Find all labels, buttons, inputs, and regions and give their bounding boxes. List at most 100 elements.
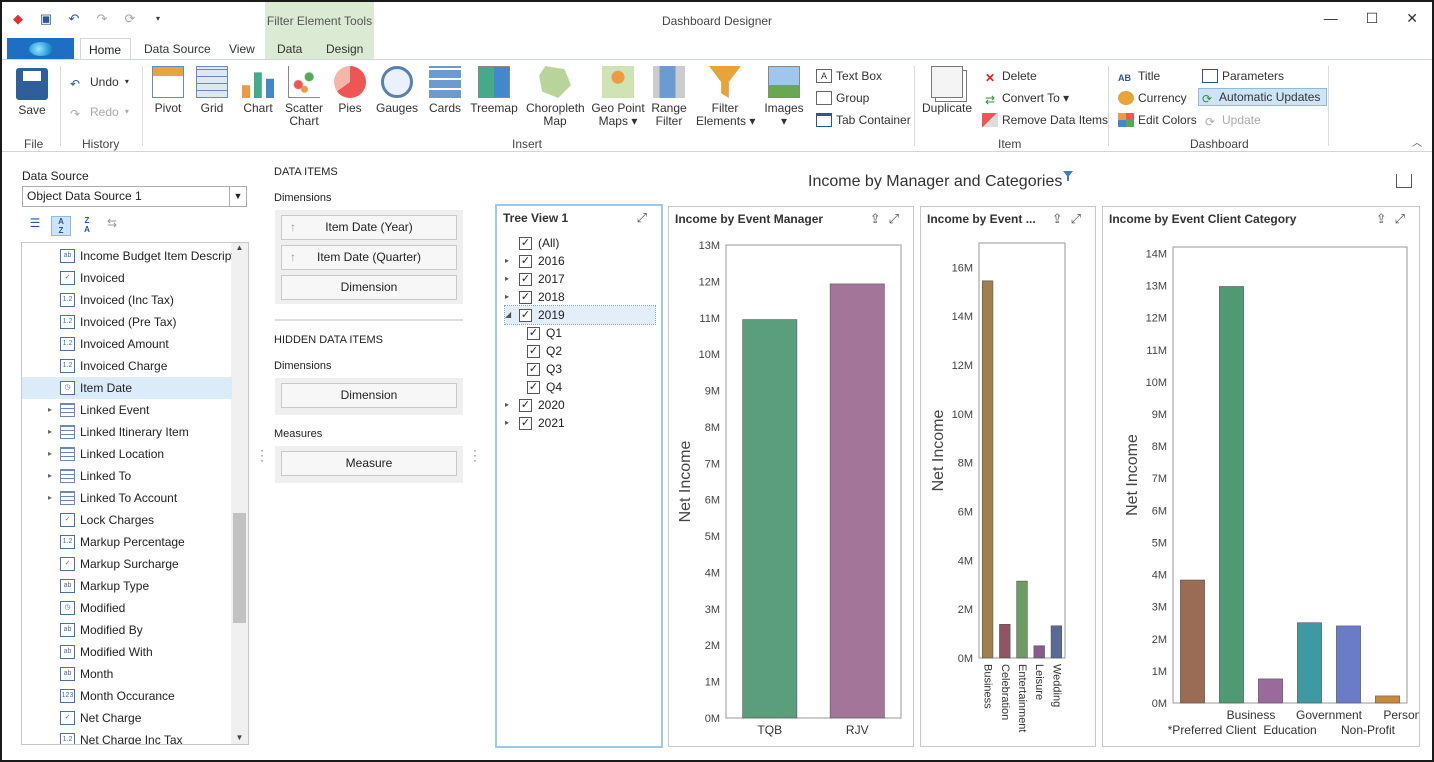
- field-list-item[interactable]: 1.2 Net Charge Inc Tax: [22, 729, 232, 744]
- insert-treemap-button[interactable]: Treemap: [470, 66, 518, 115]
- expand-arrow-icon[interactable]: ▸: [48, 487, 52, 509]
- checkbox[interactable]: ✓: [527, 326, 540, 340]
- customize-dropdown-icon[interactable]: ▾: [150, 11, 166, 27]
- field-list-item[interactable]: ◷ Modified: [22, 597, 232, 619]
- convert-to-button[interactable]: ⇄ Convert To ▾: [982, 89, 1069, 107]
- field-list-item[interactable]: ab Modified With: [22, 641, 232, 663]
- field-list-item[interactable]: 1.2 Invoiced Amount: [22, 333, 232, 355]
- sort-descending-icon[interactable]: ZA: [78, 216, 96, 234]
- edit-colors-button[interactable]: Edit Colors: [1118, 111, 1197, 129]
- sort-ascending-icon[interactable]: AZ: [51, 216, 71, 236]
- insert-tab-container-button[interactable]: Tab Container: [816, 111, 911, 129]
- field-list-item[interactable]: ✓ Lock Charges: [22, 509, 232, 531]
- insert-gauges-button[interactable]: Gauges: [376, 66, 418, 115]
- scroll-down-icon[interactable]: ▼: [231, 733, 248, 742]
- field-list-item[interactable]: 1.2 Invoiced (Pre Tax): [22, 311, 232, 333]
- field-list-item[interactable]: 123 Month Occurance: [22, 685, 232, 707]
- insert-choropleth-map-button[interactable]: Choropleth Map: [526, 66, 585, 128]
- measure-placeholder[interactable]: Measure: [281, 451, 457, 476]
- insert-range-filter-button[interactable]: Range Filter: [648, 66, 690, 128]
- hidden-dimension-placeholder[interactable]: Dimension: [281, 383, 457, 408]
- chart-card-event-type[interactable]: Income by Event ... ⇪⤢ 0M 2M 4M 6M 8M 10M 12M 1…: [920, 206, 1096, 747]
- filter-indicator-icon[interactable]: [1063, 171, 1073, 181]
- checkbox[interactable]: ✓: [519, 308, 532, 322]
- field-list-item[interactable]: ✓ Markup Surcharge: [22, 553, 232, 575]
- insert-images-button[interactable]: Images ▾: [762, 66, 806, 128]
- duplicate-button[interactable]: Duplicate: [922, 66, 972, 115]
- insert-chart-button[interactable]: Chart: [240, 66, 276, 115]
- maximize-button[interactable]: ☐: [1366, 10, 1379, 27]
- file-menu-button[interactable]: [7, 38, 74, 60]
- collapse-ribbon-icon[interactable]: ︿: [1412, 134, 1422, 149]
- splitter-grip-icon[interactable]: · · ·: [260, 444, 264, 466]
- field-list-item[interactable]: ▸ Linked Location: [22, 443, 232, 465]
- tree-node[interactable]: ✓ Q3: [527, 360, 562, 378]
- undo-button[interactable]: ↶ Undo ▾: [70, 73, 129, 91]
- field-list-item[interactable]: ▸ Linked To: [22, 465, 232, 487]
- field-list-item[interactable]: ◷ Item Date: [22, 377, 232, 399]
- title-button[interactable]: AB Title: [1118, 67, 1160, 85]
- field-list-item[interactable]: 1.2 Invoiced Charge: [22, 355, 232, 377]
- dimension-item-quarter[interactable]: ↑ Item Date (Quarter): [281, 245, 457, 270]
- checkbox[interactable]: ✓: [519, 290, 532, 304]
- close-button[interactable]: ✕: [1406, 10, 1418, 27]
- dimension-item-year[interactable]: ↑ Item Date (Year): [281, 215, 457, 240]
- checkbox[interactable]: ✓: [519, 398, 532, 412]
- checkbox[interactable]: ✓: [527, 344, 540, 358]
- field-list-item[interactable]: ▸ Linked To Account: [22, 487, 232, 509]
- field-list-item[interactable]: ab Month: [22, 663, 232, 685]
- tree-node[interactable]: ✓ Q1: [527, 324, 562, 342]
- export-icon[interactable]: [1396, 174, 1412, 188]
- insert-geo-point-maps-button[interactable]: Geo Point Maps ▾: [590, 66, 646, 128]
- tree-node[interactable]: ✓ (All): [505, 234, 559, 252]
- update-button[interactable]: ⟳ Update: [1202, 111, 1261, 129]
- expand-arrow-icon[interactable]: ▸: [48, 421, 52, 443]
- insert-pies-button[interactable]: Pies: [332, 66, 368, 115]
- expand-arrow-icon[interactable]: ▸: [505, 270, 513, 288]
- field-list-item[interactable]: ▸ Linked Event: [22, 399, 232, 421]
- data-source-combo[interactable]: Object Data Source 1 ▼: [22, 186, 247, 207]
- field-list-item[interactable]: ✓ Net Charge: [22, 707, 232, 729]
- app-icon[interactable]: ◆: [10, 11, 26, 27]
- checkbox[interactable]: ✓: [527, 362, 540, 376]
- insert-filter-elements-button[interactable]: Filter Elements ▾: [696, 66, 755, 128]
- tree-node[interactable]: ▸ ✓ 2018: [505, 288, 565, 306]
- minimize-button[interactable]: —: [1324, 10, 1338, 27]
- remove-data-items-button[interactable]: Remove Data Items: [982, 111, 1108, 129]
- insert-group-button[interactable]: Group: [816, 89, 869, 107]
- field-list-item[interactable]: ab Markup Type: [22, 575, 232, 597]
- expand-arrow-icon[interactable]: ▸: [505, 288, 513, 306]
- redo-icon[interactable]: ↷: [94, 11, 110, 27]
- save-icon[interactable]: ▣: [38, 11, 54, 27]
- dashboard-title[interactable]: Income by Manager and Categories: [808, 173, 1062, 191]
- expand-arrow-icon[interactable]: ▸: [505, 396, 513, 414]
- card-actions-icon[interactable]: ⇪⤢: [1052, 211, 1089, 227]
- field-list-item[interactable]: ✓ Invoiced: [22, 267, 232, 289]
- field-list-item[interactable]: ab Income Budget Item Descript...: [22, 245, 232, 267]
- scrollbar-thumb[interactable]: [233, 513, 246, 623]
- checkbox[interactable]: ✓: [519, 254, 532, 268]
- insert-grid-button[interactable]: Grid: [194, 66, 230, 115]
- chevron-down-icon[interactable]: ▼: [229, 187, 246, 206]
- expand-arrow-icon[interactable]: ◢: [505, 306, 513, 324]
- field-list-scrollbar[interactable]: ▲ ▼: [231, 243, 248, 744]
- tab-view[interactable]: View: [221, 38, 263, 60]
- insert-cards-button[interactable]: Cards: [426, 66, 464, 115]
- checkbox[interactable]: ✓: [519, 416, 532, 430]
- expand-arrow-icon[interactable]: ▸: [505, 414, 513, 432]
- tab-home[interactable]: Home: [80, 38, 131, 60]
- scroll-up-icon[interactable]: ▲: [231, 243, 248, 252]
- checkbox[interactable]: ✓: [519, 236, 532, 250]
- field-list-item[interactable]: ▸ Linked Itinerary Item: [22, 421, 232, 443]
- save-button[interactable]: Save: [16, 68, 48, 117]
- tab-design[interactable]: Design: [318, 38, 371, 60]
- maximize-icon[interactable]: ⤢: [637, 210, 655, 226]
- tab-data[interactable]: Data: [269, 38, 310, 60]
- checkbox[interactable]: ✓: [527, 380, 540, 394]
- splitter-grip-icon[interactable]: · · ·: [473, 444, 477, 466]
- field-list-item[interactable]: 1.2 Markup Percentage: [22, 531, 232, 553]
- tab-data-source[interactable]: Data Source: [136, 38, 219, 60]
- insert-text-box-button[interactable]: A Text Box: [816, 67, 882, 85]
- card-actions-icon[interactable]: ⇪⤢: [1376, 211, 1413, 227]
- automatic-updates-button[interactable]: ⟳ Automatic Updates: [1198, 88, 1328, 106]
